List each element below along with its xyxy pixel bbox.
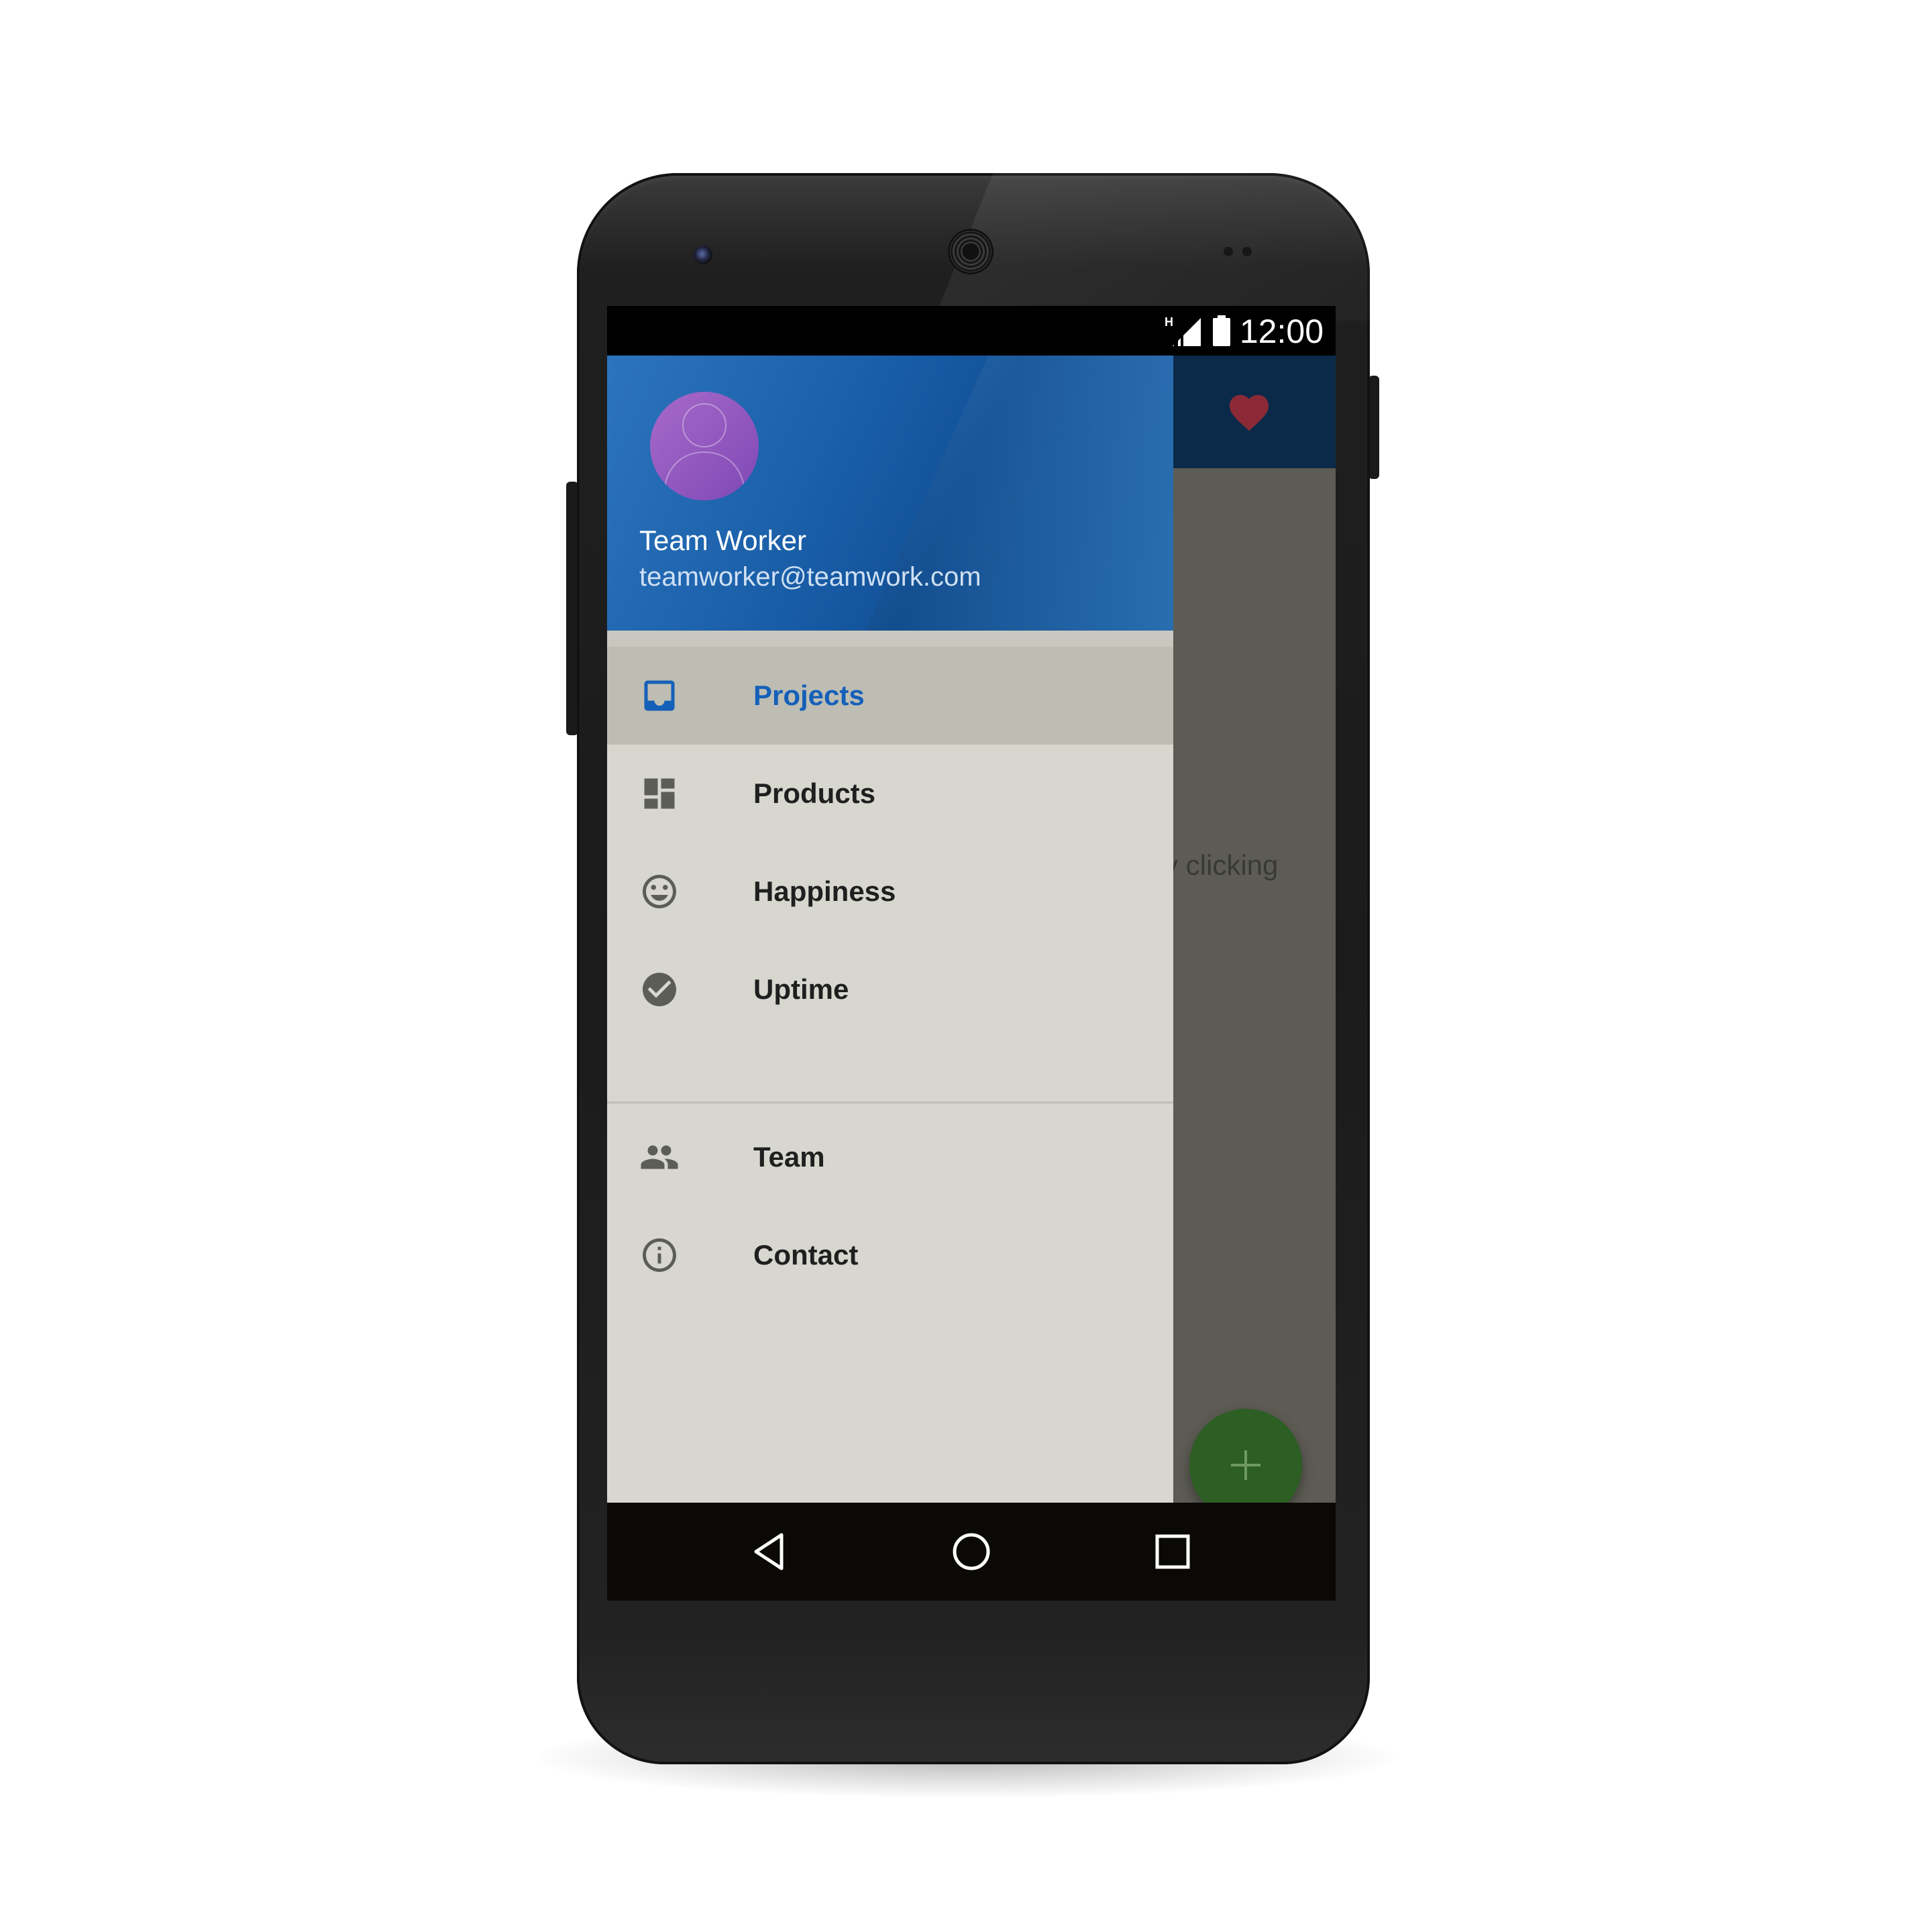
signal-icon: H <box>1165 315 1201 346</box>
battery-icon <box>1212 315 1230 346</box>
drawer-item-team[interactable]: Team <box>607 1108 1173 1206</box>
drawer-item-label: Projects <box>753 680 865 711</box>
drawer-item-label: Products <box>753 777 876 809</box>
drawer-item-uptime[interactable]: Uptime <box>607 941 1173 1038</box>
user-email: teamworker@teamwork.com <box>639 562 981 592</box>
device-glare <box>933 173 1370 321</box>
drawer-item-label: Uptime <box>753 973 849 1005</box>
proximity-sensor <box>1224 247 1233 256</box>
drawer-header: Team Worker teamworker@teamwork.com <box>607 356 1173 631</box>
earpiece-speaker <box>950 231 991 272</box>
header-gap <box>607 631 1173 647</box>
dashboard-icon <box>644 778 675 809</box>
people-icon <box>641 1145 678 1169</box>
heart-icon[interactable] <box>1224 389 1274 432</box>
drawer-item-happiness[interactable]: Happiness <box>607 843 1173 941</box>
check-circle-icon <box>643 973 676 1006</box>
drawer-item-label: Team <box>753 1141 825 1173</box>
phone-screen: H 12:00 y clicking Team Worker teamworke… <box>607 306 1336 1601</box>
smiley-icon <box>643 875 676 908</box>
info-icon <box>643 1238 676 1272</box>
status-bar: H 12:00 <box>607 306 1336 356</box>
network-type-icon: H <box>1165 315 1173 329</box>
back-icon[interactable] <box>748 1529 792 1574</box>
drawer-item-projects[interactable]: Projects <box>607 647 1173 745</box>
home-icon[interactable] <box>949 1529 994 1574</box>
recents-icon[interactable] <box>1150 1529 1195 1574</box>
avatar[interactable] <box>650 392 759 500</box>
drawer-item-label: Contact <box>753 1239 859 1271</box>
app-hint-text: y clicking <box>1164 849 1279 881</box>
drawer-divider <box>607 1102 1173 1104</box>
status-clock: 12:00 <box>1239 313 1324 350</box>
inbox-icon <box>644 680 675 711</box>
drawer-item-label: Happiness <box>753 875 896 907</box>
navigation-drawer: Team Worker teamworker@teamwork.com Proj… <box>607 356 1173 1503</box>
system-navigation-bar <box>607 1503 1336 1601</box>
drawer-item-products[interactable]: Products <box>607 745 1173 843</box>
power-button <box>1368 376 1379 479</box>
status-icons: H 12:00 <box>1163 313 1324 350</box>
light-sensor <box>1242 247 1252 256</box>
person-icon <box>663 403 746 500</box>
front-camera <box>694 246 712 264</box>
drawer-item-contact[interactable]: Contact <box>607 1206 1173 1304</box>
user-name: Team Worker <box>639 525 806 556</box>
